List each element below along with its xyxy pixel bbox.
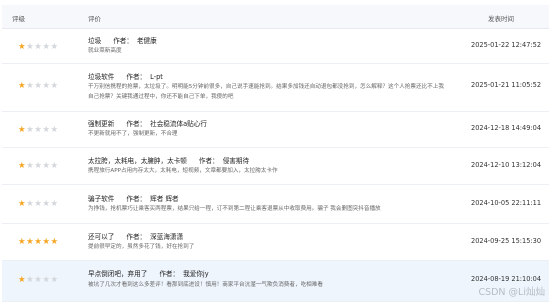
review-title: 强制更新 [88,120,115,128]
author-label: 作者： [159,270,180,278]
table-row[interactable]: ★★★★★ 早点倒闭吧，弃用了 作者： 我爱你jy 被坑了几次才看到这么多差评！看那… [2,261,549,302]
review-time: 2025-01-22 12:47:52 [471,41,542,49]
author-label: 作者： [126,195,147,203]
star-empty-icon: ★ [42,81,51,91]
star-empty-icon: ★ [50,125,59,135]
review-time: 2025-01-21 11:05:52 [471,81,542,89]
review-title: 太拉胯，太耗电，太臃肿，太卡顿 [88,157,187,165]
star-rating: ★★★★★ [18,199,59,209]
review-time: 2024-12-10 13:12:04 [471,161,542,169]
star-filled-icon: ★ [18,161,27,171]
star-rating: ★★★★★ [18,125,59,135]
review-time: 2024-08-19 21:10:04 [471,275,542,283]
author-name: 我爱你jy [183,270,209,278]
table-row[interactable]: ★★★★★ 垃圾 作者： 老健康 就业菜新高度 2025-01-22 12:47:5… [2,29,549,64]
star-rating: ★★★★★ [18,161,59,171]
star-filled-icon: ★ [18,237,27,247]
star-filled-icon: ★ [18,125,27,135]
star-empty-icon: ★ [42,275,51,285]
star-rating: ★★★★★ [18,275,59,285]
author-label: 作者： [126,120,147,128]
review-content: 不更新就用不了，强制更新，不合理 [88,131,178,137]
star-empty-icon: ★ [42,199,51,209]
star-filled-icon: ★ [18,275,27,285]
review-content: 就业菜新高度 [88,48,122,54]
table-row[interactable]: ★★★★★ 还可以了 作者： 深蓝海潇潇 提前很早定的，虽然多花了钱，好在抢到了 2… [2,224,549,261]
header-comment: 评价 [88,15,101,23]
star-empty-icon: ★ [42,161,51,171]
star-filled-icon: ★ [42,237,51,247]
star-empty-icon: ★ [50,275,59,285]
review-time: 2024-10-05 22:11:11 [471,199,542,207]
table-row[interactable]: ★★★★★ 太拉胯，太耗电，太臃肿，太卡顿 作者： 侵害期待 携程旅行APP占用内存… [2,148,549,185]
author-name: 深蓝海潇潇 [150,233,184,241]
header-time: 发表时间 [488,15,514,23]
star-empty-icon: ★ [50,42,59,52]
star-empty-icon: ★ [50,199,59,209]
author-name: 辉者 辉者 [150,195,179,203]
table-header: 评级 评价 发表时间 [2,5,549,29]
table-row[interactable]: ★★★★★ 强制更新 作者： 社会稳流体a贴心行 不更新就用不了，强制更新，不合理 … [2,112,549,148]
author-name: 老健康 [136,37,157,45]
star-filled-icon: ★ [18,42,27,52]
star-filled-icon: ★ [18,81,27,91]
review-content: 携程旅行APP占用内存太大，太耗电，短视频，文章都要加入，太拉胯太卡作 [88,168,278,174]
star-filled-icon: ★ [50,237,59,247]
author-name: L-pt [150,73,163,81]
review-content: 提前很早定的，虽然多花了钱，好在抢到了 [88,244,195,250]
table-row[interactable]: ★★★★★ 骗子软件 作者： 辉者 辉者 为挣钱，抢机票巧让乘客买两程票，结果只给一… [2,185,549,224]
author-label: 作者： [113,37,133,45]
author-label: 作者： [126,73,147,81]
star-rating: ★★★★★ [18,237,59,247]
star-empty-icon: ★ [50,161,59,171]
author-label: 作者： [126,233,147,241]
star-empty-icon: ★ [42,42,51,52]
table-row[interactable]: ★★★★★ 垃圾软件 作者： L-pt 干万别信携程的抢票，太垃圾了。明明能5分钟前… [2,64,549,112]
watermark: CSDN @Li灿灿 [478,287,545,298]
star-rating: ★★★★★ [18,42,59,52]
star-empty-icon: ★ [50,81,59,91]
review-time: 2024-09-25 15:15:30 [471,237,542,245]
author-name: 侵害期待 [222,157,250,165]
header-rating: 评级 [12,15,25,23]
star-filled-icon: ★ [18,199,27,209]
review-title: 垃圾软件 [88,73,115,81]
review-title: 还可以了 [88,233,115,241]
review-title: 骗子软件 [88,195,115,203]
review-title: 垃圾 [88,37,102,45]
review-time: 2024-12-18 14:49:04 [471,124,542,132]
review-content: 为挣钱，抢机票巧让乘客买两程票，结果只给一程，订不到第二程让乘客退票从中收取费用… [88,206,381,212]
author-label: 作者： [198,157,219,165]
author-name: 社会稳流体a贴心行 [150,120,207,128]
review-content: 干万别信携程的抢票，太垃圾了。明明能5分钟前很多，自己说手速能抢到。结果多加钱还… [88,84,444,100]
review-content: 被坑了几次才看到这么多差评！看那到底进设！慎用！商家平台沆瀣一气欺负消费者，吃相… [88,282,323,288]
review-title: 早点倒闭吧，弃用了 [88,270,148,278]
star-empty-icon: ★ [42,125,51,135]
star-rating: ★★★★★ [18,81,59,91]
